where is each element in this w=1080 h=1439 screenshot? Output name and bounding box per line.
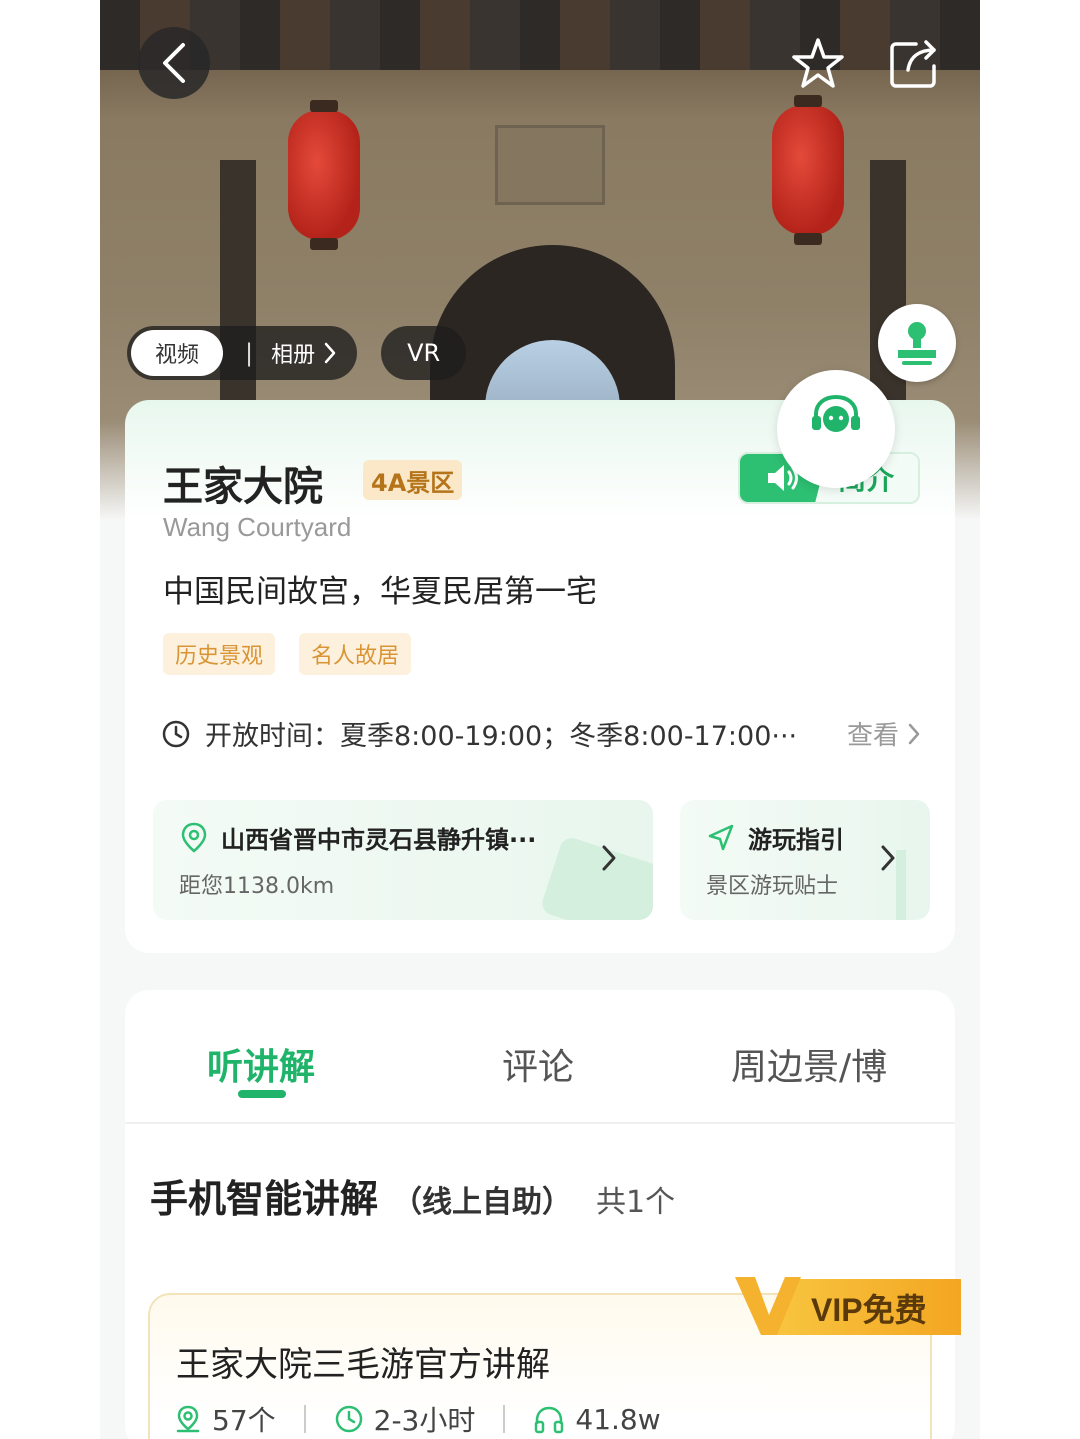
audio-guide-meta: 57个 2-3小时 41.8w [174, 1399, 661, 1439]
tag-list: 历史景观 名人故居 [163, 633, 412, 675]
album-tab[interactable]: 相册 [271, 337, 337, 369]
location-pin-icon [181, 822, 207, 853]
lantern-right [772, 95, 844, 245]
tab-bar: 听讲解 评论 周边景/博 [125, 990, 955, 1124]
album-tab-label: 相册 [271, 343, 316, 368]
english-name: Wang Courtyard [163, 512, 352, 542]
spots-value: 57个 [212, 1404, 276, 1437]
tag: 历史景观 [163, 633, 276, 675]
favorite-button[interactable] [786, 32, 850, 96]
share-button[interactable] [882, 32, 946, 96]
opening-hours-text: 开放时间：夏季8:00-19:00；冬季8:00-17:00··· [205, 721, 798, 752]
spots-count: 57个 [174, 1399, 276, 1439]
section-count: 共1个 [596, 1185, 676, 1220]
tour-guide-card[interactable]: 游玩指引 景区游玩贴士 [680, 800, 930, 920]
tag: 名人故居 [299, 633, 412, 675]
location-card[interactable]: 山西省晋中市灵石县静升镇··· 距您1138.0km [153, 800, 653, 920]
chevron-right-icon [881, 845, 895, 871]
gate-plaque [495, 125, 605, 205]
section-header: 手机智能讲解 （线上自助） 共1个 [150, 1168, 675, 1223]
lantern-left [288, 100, 360, 250]
headphones-icon [535, 1406, 564, 1434]
vip-badge: VIP免费 [733, 1275, 963, 1337]
clock-icon [335, 1405, 362, 1433]
listen-count: 41.8w [533, 1402, 661, 1436]
stamp-button[interactable] [878, 304, 956, 382]
section-subtitle: （线上自助） [392, 1185, 573, 1220]
chevron-right-icon [324, 342, 336, 364]
customer-service-button[interactable] [777, 370, 895, 488]
location-pin-icon [176, 1405, 200, 1433]
clock-icon [162, 720, 190, 747]
video-tab[interactable]: 视频 [131, 330, 224, 376]
vr-tab[interactable]: VR [381, 326, 467, 380]
duration-value: 2-3小时 [373, 1404, 476, 1437]
back-arrow-icon [163, 43, 185, 83]
listen-count-value: 41.8w [575, 1402, 661, 1436]
chevron-right-icon [602, 845, 616, 871]
star-icon [792, 38, 844, 88]
vip-v-icon [735, 1277, 801, 1335]
chevron-right-icon [908, 723, 920, 744]
active-tab-indicator [238, 1090, 286, 1098]
vip-badge-label: VIP免费 [811, 1292, 927, 1328]
media-tabs: 视频 | 相册 VR [127, 326, 467, 380]
tour-guide-title: 游玩指引 [748, 826, 844, 854]
distance-text: 距您1138.0km [179, 874, 335, 899]
view-more-link[interactable]: 查看 [847, 715, 921, 752]
tab-comments[interactable]: 评论 [502, 1038, 574, 1090]
audio-guide-item[interactable]: VIP免费 王家大院三毛游官方讲解 57个 2-3小时 41.8w [148, 1277, 961, 1439]
duration: 2-3小时 [334, 1399, 476, 1439]
content-card: 听讲解 评论 周边景/博 手机智能讲解 （线上自助） 共1个 VIP免费 王家大… [125, 990, 961, 1439]
customer-service-icon [812, 394, 860, 432]
tab-audio-guide[interactable]: 听讲解 [207, 1038, 315, 1090]
meta-divider [503, 1405, 506, 1433]
share-icon [890, 40, 936, 88]
tour-guide-line: 游玩指引 [706, 820, 844, 855]
address-text: 山西省晋中市灵石县静升镇··· [221, 826, 537, 854]
section-title: 手机智能讲解 [150, 1177, 379, 1221]
attraction-title: 王家大院 [163, 464, 323, 510]
audio-guide-name: 王家大院三毛游官方讲解 [176, 1345, 550, 1385]
slogan: 中国民间故宫，华夏民居第一宅 [163, 574, 597, 610]
level-badge: 4A景区 [363, 460, 463, 500]
navigation-icon [708, 824, 734, 850]
meta-divider [303, 1405, 306, 1433]
tour-guide-subtitle: 景区游玩贴士 [706, 874, 839, 899]
opening-hours-row[interactable]: 开放时间：夏季8:00-19:00；冬季8:00-17:00··· 查看 [161, 714, 921, 753]
view-more-label: 查看 [846, 721, 899, 751]
stamp-icon [898, 322, 936, 365]
location-line: 山西省晋中市灵石县静升镇··· [179, 820, 536, 855]
map-decoration [539, 834, 653, 920]
tab-nearby[interactable]: 周边景/博 [731, 1038, 887, 1090]
media-tab-group: 视频 | 相册 [127, 326, 358, 380]
media-separator: | [245, 339, 254, 367]
app-screen: 视频 | 相册 VR 王家大院 4A景区 Wang Courtyard 中国民间… [100, 0, 980, 1439]
back-button[interactable] [138, 27, 210, 99]
